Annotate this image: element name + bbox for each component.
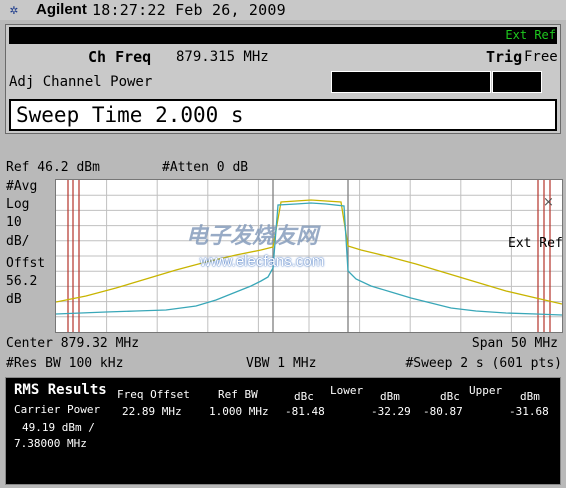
header-lower: Lower (330, 384, 364, 397)
measurement-name: Adj Channel Power (9, 74, 153, 90)
row-lower-dbc: -81.48 (285, 405, 325, 418)
header-upper: Upper (469, 384, 503, 397)
res-bw: #Res BW 100 kHz (6, 356, 124, 371)
sweep-time-text: Sweep Time 2.000 s (16, 103, 244, 127)
ext-ref-label: Ext Ref (508, 236, 563, 251)
header-dbc-upper: dBc (440, 390, 460, 403)
trig-label: Trig (486, 48, 523, 66)
row-upper-dbm: -31.68 (509, 405, 549, 418)
header-dbm-upper: dBm (520, 390, 540, 403)
scale-label-avg: #Avg (6, 179, 38, 194)
watermark-url: www.elecfans.com (200, 253, 325, 270)
header-ref-bw: Ref BW (218, 388, 258, 401)
header-dbm-lower: dBm (380, 390, 400, 403)
scale-label-log: Log (6, 197, 30, 212)
datetime: 18:27:22 Feb 26, 2009 (92, 1, 286, 19)
scale-label-db: dB (6, 292, 22, 307)
ref-level: Ref 46.2 dBm (6, 160, 100, 175)
scale-label-offst: Offst (6, 256, 46, 271)
center-frequency: Center 879.32 MHz (6, 336, 140, 351)
ext-ref-indicator: Ext Ref (505, 28, 556, 42)
row-freq-offset: 22.89 MHz (122, 405, 182, 418)
ch-freq-label: Ch Freq (88, 48, 152, 66)
row-ref-bw: 1.000 MHz (209, 405, 269, 418)
watermark-cn: 电子发烧友网 (186, 224, 319, 249)
ch-freq-value[interactable]: 879.315 MHz (176, 49, 269, 65)
status-box-2 (492, 71, 542, 93)
carrier-power-label: Carrier Power (14, 403, 101, 416)
scale-label-dbdiv: dB/ (6, 234, 30, 249)
row-lower-dbm: -32.29 (371, 405, 411, 418)
carrier-power-value: 49.19 dBm / (22, 421, 95, 434)
row-upper-dbc: -80.87 (423, 405, 463, 418)
status-strip (9, 27, 557, 44)
sweep-info: #Sweep 2 s (601 pts) (405, 356, 562, 371)
scale-label-10: 10 (6, 215, 22, 230)
carrier-bandwidth: 7.38000 MHz (14, 437, 87, 450)
trig-value[interactable]: Free (524, 49, 558, 65)
scale-label-offset-value: 56.2 (6, 274, 38, 289)
vbw: VBW 1 MHz (246, 356, 317, 371)
results-title: RMS Results (14, 382, 107, 398)
marker-x-icon: × (543, 195, 554, 210)
header-freq-offset: Freq Offset (117, 388, 190, 401)
agilent-spark-icon: ✲ (9, 2, 19, 18)
status-box-1 (331, 71, 491, 93)
brand-name: Agilent (36, 1, 87, 18)
span: Span 50 MHz (471, 336, 558, 351)
header-dbc-lower: dBc (294, 390, 314, 403)
attenuation: #Atten 0 dB (162, 160, 249, 175)
